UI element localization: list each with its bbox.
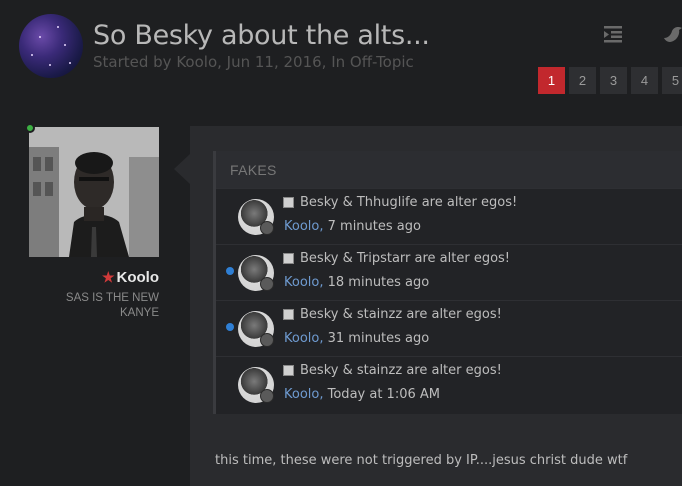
- checkbox[interactable]: [283, 365, 294, 376]
- post-author: ★ Koolo SAS IS THE NEW KANYE: [25, 123, 159, 321]
- item-title[interactable]: Besky & Tripstarr are alter egos!: [300, 251, 510, 266]
- unread-dot-icon: [226, 267, 234, 275]
- list-item: Besky & Thhuglife are alter egos! Koolo,…: [216, 188, 682, 244]
- post-pointer: [174, 154, 190, 184]
- item-sub-avatar: [260, 221, 274, 235]
- checkbox[interactable]: [283, 309, 294, 320]
- item-sub-avatar: [260, 277, 274, 291]
- topic-title: So Besky about the alts...: [93, 20, 430, 51]
- author-title: SAS IS THE NEW KANYE: [65, 292, 159, 319]
- list-item: Besky & stainzz are alter egos! Koolo, 3…: [216, 300, 682, 356]
- item-sub-avatar: [260, 333, 274, 347]
- embed-header: FAKES: [216, 151, 682, 188]
- author-name-text: Koolo: [116, 269, 160, 286]
- item-time: 7 minutes ago: [327, 219, 421, 234]
- page-1-button[interactable]: 1: [538, 67, 565, 94]
- post-text: this time, these were not triggered by I…: [215, 453, 628, 468]
- rank-star-icon: ★: [101, 269, 115, 285]
- item-time: 18 minutes ago: [327, 275, 430, 290]
- checkbox[interactable]: [283, 197, 294, 208]
- page-3-button[interactable]: 3: [600, 67, 627, 94]
- item-meta: Koolo, 7 minutes ago: [284, 219, 421, 234]
- item-author[interactable]: Koolo,: [284, 275, 323, 290]
- page-5-button[interactable]: 5: [662, 67, 682, 94]
- item-meta: Koolo, 18 minutes ago: [284, 275, 429, 290]
- pagination: 1 2 3 4 5: [538, 67, 682, 94]
- item-author[interactable]: Koolo,: [284, 219, 323, 234]
- item-meta: Koolo, 31 minutes ago: [284, 331, 429, 346]
- page-2-button[interactable]: 2: [569, 67, 596, 94]
- unread-dot-icon: [226, 323, 234, 331]
- item-author[interactable]: Koolo,: [284, 387, 323, 402]
- twitter-bird-icon[interactable]: [662, 24, 682, 44]
- item-title[interactable]: Besky & stainzz are alter egos!: [300, 307, 502, 322]
- online-indicator: [25, 123, 35, 133]
- embedded-topic-list: FAKES Besky & Thhuglife are alter egos! …: [213, 151, 682, 414]
- topic-meta: Started by Koolo, Jun 11, 2016, In Off-T…: [93, 53, 414, 71]
- list-item: Besky & stainzz are alter egos! Koolo, T…: [216, 356, 682, 412]
- topic-starter-avatar[interactable]: [19, 14, 83, 78]
- item-title[interactable]: Besky & Thhuglife are alter egos!: [300, 195, 517, 210]
- item-author[interactable]: Koolo,: [284, 331, 323, 346]
- page-4-button[interactable]: 4: [631, 67, 658, 94]
- author-avatar[interactable]: [29, 127, 159, 257]
- author-name[interactable]: ★ Koolo: [29, 269, 159, 286]
- item-time: Today at 1:06 AM: [327, 387, 440, 402]
- item-meta: Koolo, Today at 1:06 AM: [284, 387, 440, 402]
- item-title[interactable]: Besky & stainzz are alter egos!: [300, 363, 502, 378]
- item-time: 31 minutes ago: [327, 331, 430, 346]
- checkbox[interactable]: [283, 253, 294, 264]
- list-indent-icon[interactable]: [602, 24, 624, 44]
- item-sub-avatar: [260, 389, 274, 403]
- list-item: Besky & Tripstarr are alter egos! Koolo,…: [216, 244, 682, 300]
